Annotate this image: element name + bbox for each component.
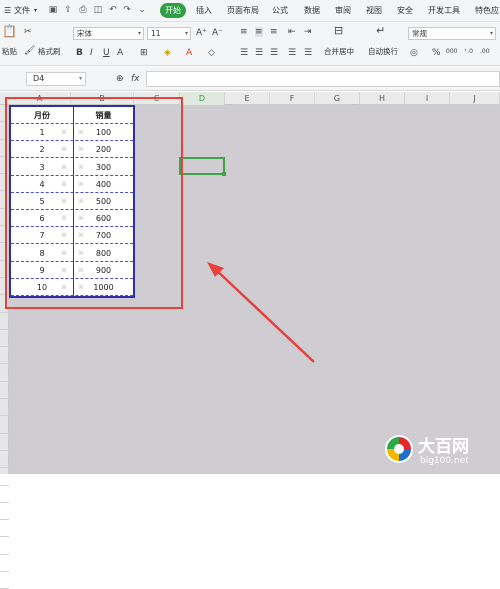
annotation-arrow bbox=[207, 262, 315, 363]
brand-logo-icon bbox=[385, 435, 413, 463]
watermark-url: big100.net bbox=[420, 456, 469, 466]
watermark: 大百网 big100.net bbox=[382, 426, 500, 474]
row-header[interactable] bbox=[0, 503, 9, 521]
row-header[interactable] bbox=[0, 572, 9, 589]
row-header[interactable] bbox=[0, 538, 9, 555]
watermark-brand: 大百网 bbox=[418, 437, 469, 457]
row-header[interactable] bbox=[0, 555, 9, 573]
row-header[interactable] bbox=[0, 520, 9, 538]
row-header[interactable] bbox=[0, 486, 9, 503]
